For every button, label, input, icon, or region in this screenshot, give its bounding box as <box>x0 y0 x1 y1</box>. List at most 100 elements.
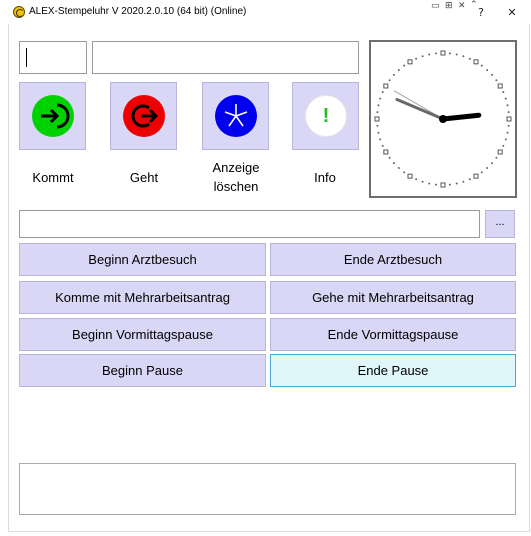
window-title: ALEX-Stempeluhr V 2020.2.0.10 (64 bit) (… <box>29 6 247 17</box>
anzeige-loeschen-label: Anzeige löschen <box>191 158 281 196</box>
clock-minute-mark <box>388 79 391 82</box>
exclamation-icon: ! <box>305 95 347 137</box>
beginn-vormittagspause-button[interactable]: Beginn Vormittagspause <box>19 318 266 351</box>
app-window: ALEX-Stempeluhr V 2020.2.0.10 (64 bit) (… <box>0 0 531 536</box>
geht-label: Geht <box>129 170 159 185</box>
clock-minute-mark <box>506 104 509 107</box>
clock-minute-mark <box>428 182 431 185</box>
clock-center-pin <box>439 115 447 123</box>
enter-icon <box>32 95 74 137</box>
badge-input[interactable] <box>19 41 87 74</box>
clock-minute-mark <box>455 53 458 56</box>
clock-minute-mark <box>491 162 494 165</box>
ende-arztbesuch-button[interactable]: Ende Arztbesuch <box>270 243 516 276</box>
clock-minute-mark <box>377 131 380 134</box>
clock-minute-mark <box>392 162 395 165</box>
clock-hour-mark <box>440 182 446 188</box>
clock-minute-mark <box>480 171 483 174</box>
clock-minute-mark <box>428 53 431 56</box>
clock-minute-mark <box>495 79 498 82</box>
geht-tile[interactable] <box>110 82 177 150</box>
clock-minute-mark <box>495 156 498 159</box>
clock-minute-mark <box>377 104 380 107</box>
app-logo-icon <box>13 6 25 18</box>
selection-field[interactable] <box>19 210 480 238</box>
clock-minute-mark <box>480 64 483 67</box>
close-button[interactable]: ✕ <box>503 5 521 21</box>
clock-minute-mark <box>455 182 458 185</box>
info-label: Info <box>314 170 336 185</box>
clock-minute-mark <box>448 183 451 186</box>
clock-hour-mark <box>374 116 380 122</box>
clock-minute-mark <box>392 73 395 76</box>
clock-minute-mark <box>507 111 510 114</box>
clock-minute-mark <box>502 91 505 94</box>
clock-hour-mark <box>383 149 389 155</box>
beginn-arztbesuch-button[interactable]: Beginn Arztbesuch <box>19 243 266 276</box>
clock-minute-mark <box>415 57 418 60</box>
komme-mehrarbeitsantrag-button[interactable]: Komme mit Mehrarbeitsantrag <box>19 281 266 314</box>
clock-minute-mark <box>379 97 382 100</box>
clock-minute-mark <box>448 52 451 55</box>
beginn-pause-button[interactable]: Beginn Pause <box>19 354 266 387</box>
clock-minute-mark <box>397 167 400 170</box>
clock-hour-mark <box>407 173 413 179</box>
clock-hour-mark <box>440 50 446 56</box>
clock-minute-mark <box>462 55 465 58</box>
clock-minute-mark <box>491 73 494 76</box>
exclamation-glyph: ! <box>322 105 330 127</box>
clock-minute-mark <box>381 91 384 94</box>
anzeige-loeschen-tile[interactable] <box>202 82 269 150</box>
analog-clock <box>369 40 517 198</box>
anzeige-loeschen-line-2: löschen <box>213 179 259 194</box>
close-small-icon[interactable]: ✕ <box>458 1 466 11</box>
clock-hour-mark <box>383 83 389 89</box>
clock-minute-mark <box>504 97 507 100</box>
ende-pause-button[interactable]: Ende Pause <box>270 354 516 387</box>
kommt-tile[interactable] <box>19 82 86 150</box>
clock-minute-mark <box>415 178 418 181</box>
clock-minute-mark <box>376 124 379 127</box>
clock-minute-mark <box>468 57 471 60</box>
clock-hour-mark <box>407 59 413 65</box>
clock-minute-mark <box>507 124 510 127</box>
anzeige-loeschen-line-1: Anzeige <box>212 160 260 175</box>
title-bar: ALEX-Stempeluhr V 2020.2.0.10 (64 bit) (… <box>0 0 531 24</box>
clock-minute-mark <box>421 180 424 183</box>
exit-icon <box>123 95 165 137</box>
clock-minute-mark <box>381 144 384 147</box>
clock-minute-mark <box>403 171 406 174</box>
clock-minute-mark <box>486 68 489 71</box>
kommt-label: Kommt <box>32 170 74 185</box>
resize-grip-icon[interactable]: ⊞ <box>445 1 453 11</box>
ende-vormittagspause-button[interactable]: Ende Vormittagspause <box>270 318 516 351</box>
clock-hour-mark <box>497 149 503 155</box>
help-button[interactable]: ? <box>472 5 490 21</box>
clock-minute-mark <box>379 138 382 141</box>
clock-hour-mark <box>497 83 503 89</box>
browse-button[interactable]: ... <box>485 210 515 238</box>
clock-hour-hand <box>440 112 482 122</box>
name-field[interactable] <box>92 41 359 74</box>
clock-minute-mark <box>421 55 424 58</box>
clock-minute-mark <box>376 111 379 114</box>
clock-minute-mark <box>486 167 489 170</box>
restore-icon[interactable]: ▭ <box>431 1 440 11</box>
clock-face <box>374 50 512 188</box>
clock-minute-mark <box>502 144 505 147</box>
asterisk-icon <box>215 95 257 137</box>
clock-minute-mark <box>504 138 507 141</box>
info-tile[interactable]: ! <box>292 82 359 150</box>
clock-hour-mark <box>473 59 479 65</box>
text-caret <box>26 48 27 67</box>
clock-minute-mark <box>403 64 406 67</box>
clock-minute-hand <box>395 97 445 121</box>
clock-minute-mark <box>506 131 509 134</box>
message-box <box>19 463 516 515</box>
clock-hour-mark <box>473 173 479 179</box>
gehe-mehrarbeitsantrag-button[interactable]: Gehe mit Mehrarbeitsantrag <box>270 281 516 314</box>
clock-hour-mark <box>506 116 512 122</box>
clock-minute-mark <box>435 52 438 55</box>
clock-minute-mark <box>435 183 438 186</box>
clock-minute-mark <box>462 180 465 183</box>
